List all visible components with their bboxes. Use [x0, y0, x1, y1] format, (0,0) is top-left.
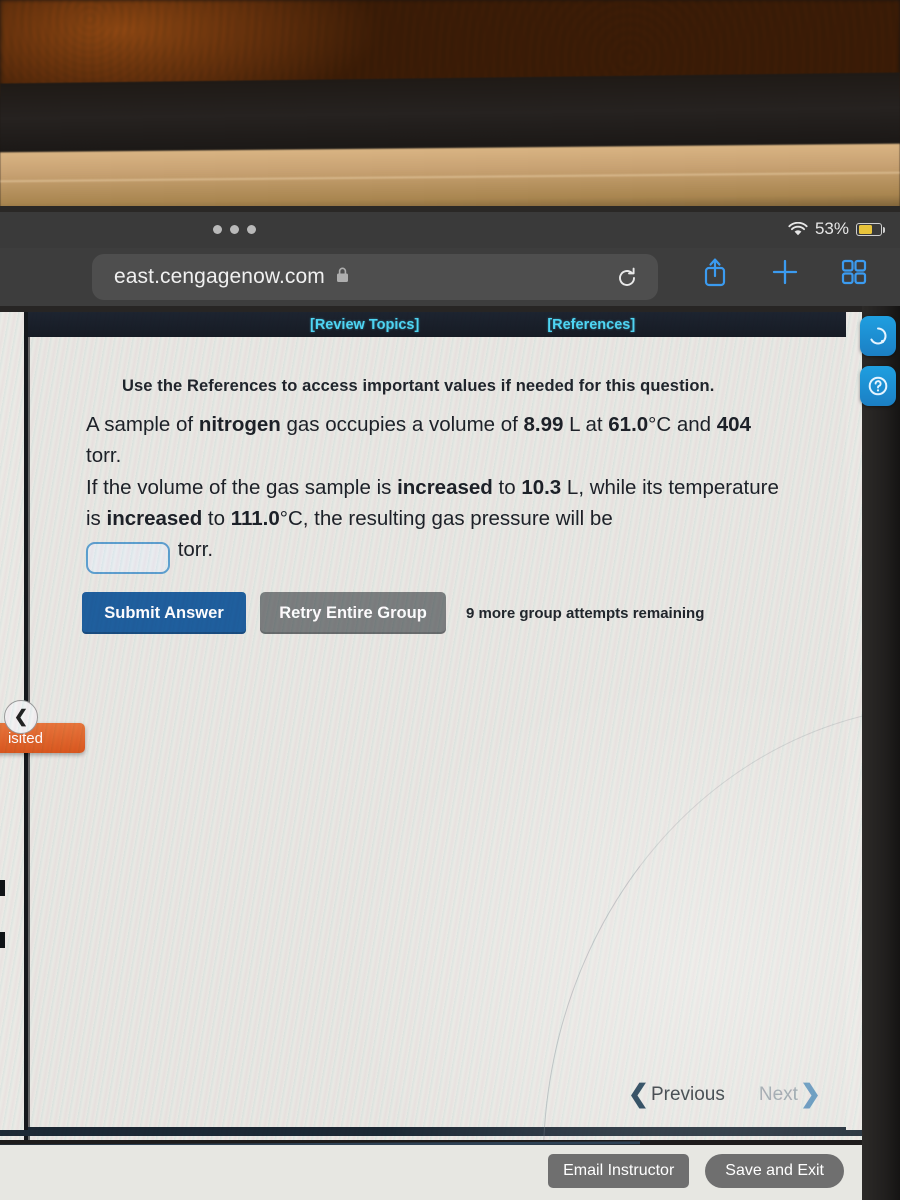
url-text: east.cengagenow.com	[114, 265, 325, 288]
page-navigation: ❮ Previous Next ❯	[628, 1082, 821, 1107]
instruction-text: Use the References to access important v…	[122, 377, 715, 395]
chevron-left-icon: ❮	[13, 707, 29, 726]
p2-text-b: to	[492, 476, 522, 499]
photo-of-tablet: 53% east.cengagenow.com [Review Topics] …	[0, 0, 900, 1200]
question-panel: Use the References to access important v…	[28, 337, 846, 1140]
next-button[interactable]: Next ❯	[759, 1082, 821, 1107]
references-link[interactable]: [References]	[547, 317, 635, 333]
email-instructor-button[interactable]: Email Instructor	[548, 1154, 690, 1188]
ipad-status-bar: 53%	[0, 212, 900, 248]
p2-text-a: If the volume of the gas sample is	[86, 476, 398, 499]
save-and-exit-button[interactable]: Save and Exit	[705, 1154, 844, 1188]
support-rail	[860, 316, 896, 406]
previous-label: Previous	[650, 1083, 725, 1105]
review-topics-link[interactable]: [Review Topics]	[310, 317, 419, 333]
initial-temperature: 61.0	[608, 413, 649, 436]
initial-pressure: 404	[716, 413, 751, 436]
p1-text-a: A sample of	[86, 413, 199, 436]
answer-unit-label: torr.	[177, 538, 214, 561]
address-bar[interactable]: east.cengagenow.com	[92, 254, 658, 300]
p1-text-b: gas occupies a volume of	[280, 413, 524, 436]
question-paragraph-1: A sample of nitrogen gas occupies a volu…	[86, 409, 791, 471]
web-page-viewport: [Review Topics] [References] Use the Ref…	[0, 312, 862, 1140]
chat-support-icon[interactable]	[860, 316, 896, 356]
p1-text-e: torr.	[86, 444, 122, 467]
wifi-icon	[788, 221, 808, 237]
p1-text-d: °C and	[648, 413, 717, 436]
safari-toolbar-icons	[700, 256, 868, 293]
lock-icon	[335, 266, 350, 289]
question-paragraph-2: If the volume of the gas sample is incre…	[86, 472, 791, 574]
gas-name: nitrogen	[198, 413, 281, 436]
retry-entire-group-button[interactable]: Retry Entire Group	[260, 592, 446, 634]
submit-answer-button[interactable]: Submit Answer	[82, 592, 246, 634]
volume-change-word: increased	[397, 476, 493, 499]
chevron-left-icon: ❮	[628, 1080, 649, 1108]
reload-icon[interactable]	[612, 263, 642, 293]
battery-percent-label: 53%	[814, 219, 849, 238]
action-button-row: Submit Answer Retry Entire Group 9 more …	[82, 592, 704, 634]
page-footer-bar: Email Instructor Save and Exit	[0, 1145, 862, 1200]
attempts-remaining-text: 9 more group attempts remaining	[466, 604, 705, 622]
bottom-divider	[0, 1130, 862, 1136]
p2-text-e: °C, the resulting gas pressure will be	[279, 507, 613, 530]
battery-low-power-icon	[856, 222, 885, 236]
status-right-group: 53%	[788, 219, 885, 239]
left-edge-marks	[0, 880, 5, 948]
temperature-change-word: increased	[106, 507, 203, 530]
initial-volume: 8.99	[523, 413, 564, 436]
share-icon[interactable]	[700, 256, 730, 293]
next-label: Next	[758, 1083, 798, 1105]
chevron-right-icon: ❯	[799, 1080, 821, 1108]
p2-text-d: to	[202, 507, 231, 530]
answer-input[interactable]	[86, 541, 170, 574]
question-mark-icon[interactable]	[860, 366, 896, 406]
final-volume: 10.3	[521, 476, 562, 499]
more-dots-icon[interactable]	[213, 225, 256, 234]
tablet-right-bezel	[862, 306, 900, 1200]
tabs-grid-icon[interactable]	[840, 258, 868, 291]
plus-icon[interactable]	[770, 257, 800, 292]
back-button[interactable]: ❮	[4, 700, 38, 734]
previous-button[interactable]: ❮ Previous	[628, 1082, 725, 1107]
p1-text-c: L at	[563, 413, 609, 436]
topic-links-bar: [Review Topics] [References]	[28, 312, 846, 337]
final-temperature: 111.0	[230, 507, 280, 530]
